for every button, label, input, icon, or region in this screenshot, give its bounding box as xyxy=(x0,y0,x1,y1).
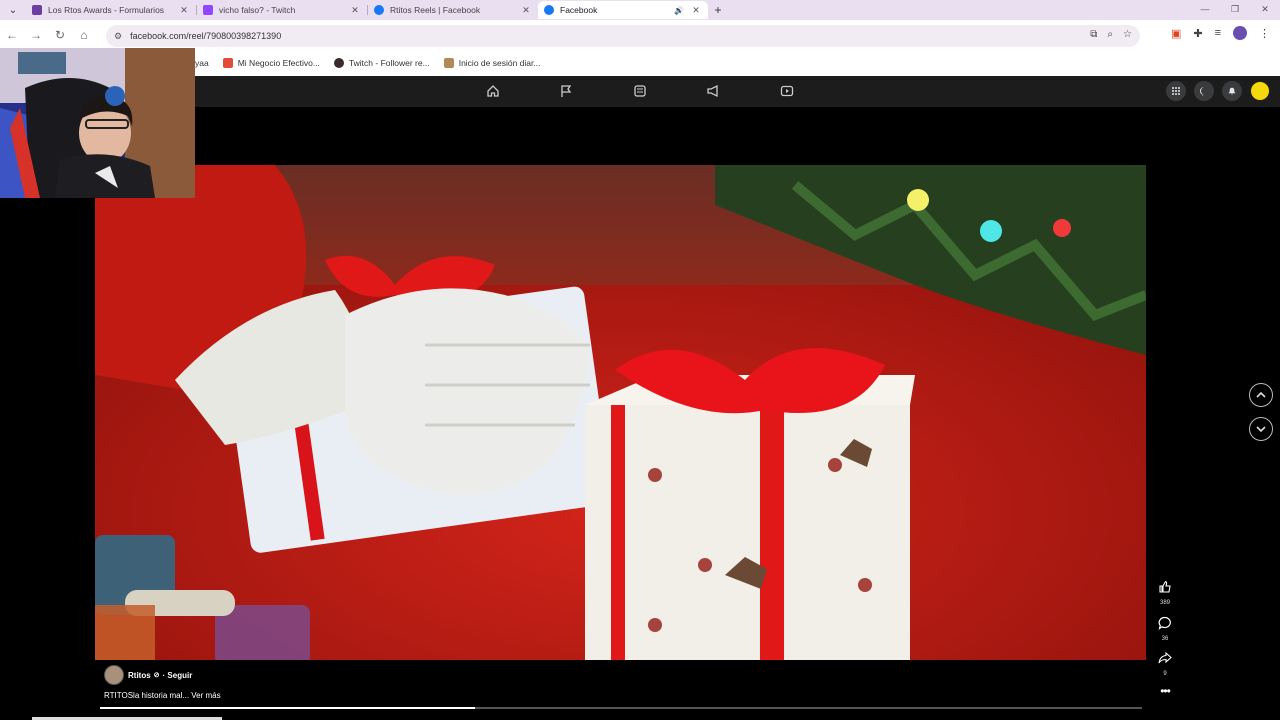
tab-forms[interactable]: Los Rtos Awards - Formularios ✕ xyxy=(26,1,196,19)
tab-title: Los Rtos Awards - Formularios xyxy=(48,5,165,15)
bookmark-item[interactable]: Inicio de sesión diar... xyxy=(443,58,541,68)
bookmark-favicon-icon xyxy=(443,58,454,68)
menu-icon[interactable]: ⋮ xyxy=(1259,27,1270,40)
close-icon[interactable]: ✕ xyxy=(520,5,532,16)
install-icon[interactable]: ⧉ xyxy=(1090,29,1097,40)
close-icon[interactable]: ✕ xyxy=(349,5,361,16)
speaker-icon[interactable]: 🔊 xyxy=(674,6,684,15)
facebook-icon xyxy=(374,5,384,15)
account-avatar[interactable] xyxy=(1250,81,1270,101)
extension-icon[interactable]: ▣ xyxy=(1171,27,1181,40)
messenger-icon[interactable] xyxy=(1194,81,1214,101)
bookmark-label: Mi Negocio Efectivo... xyxy=(237,58,320,68)
window-controls: — ❐ ✕ xyxy=(1190,0,1280,20)
minimize-icon[interactable]: — xyxy=(1190,0,1220,20)
like-button[interactable]: 389 xyxy=(1155,580,1175,606)
author-avatar[interactable] xyxy=(104,665,124,685)
megaphone-icon[interactable] xyxy=(704,82,722,100)
forward-icon[interactable]: → xyxy=(24,28,48,42)
bookmark-favicon-icon xyxy=(333,58,344,68)
bookmark-label: Twitch - Follower re... xyxy=(348,58,430,68)
site-info-icon[interactable]: ⚙ xyxy=(114,31,122,42)
pages-flag-icon[interactable] xyxy=(557,82,575,100)
reel-author[interactable]: Rtitos ⊘ · Seguir xyxy=(104,665,192,685)
follow-link[interactable]: · Seguir xyxy=(163,671,193,680)
puzzle-icon[interactable]: ✚ xyxy=(1193,27,1202,40)
new-tab-button[interactable]: + xyxy=(708,3,728,17)
video-progress-fill xyxy=(100,707,476,709)
facebook-account-actions xyxy=(1166,81,1270,101)
address-bar[interactable]: ⚙ facebook.com/reel/790800398271390 ⧉ ⌕ … xyxy=(106,25,1140,47)
verified-icon: ⊘ xyxy=(153,672,160,679)
comment-bubble-icon xyxy=(1158,616,1171,630)
tab-title: vicho falso? - Twitch xyxy=(219,5,296,15)
reload-icon[interactable]: ↻ xyxy=(48,28,72,42)
omnibox-actions: ⧉ ⌕ ☆ xyxy=(1090,29,1132,40)
toolbar-extensions: ▣ ✚ ≡ ⋮ xyxy=(1171,26,1270,40)
reel-video[interactable] xyxy=(95,165,1146,660)
url-text: facebook.com/reel/790800398271390 xyxy=(130,31,282,41)
share-arrow-icon xyxy=(1158,651,1172,664)
webcam-overlay xyxy=(0,48,195,198)
zoom-icon[interactable]: ⌕ xyxy=(1107,29,1113,40)
home-icon[interactable]: ⌂ xyxy=(72,28,96,42)
comment-count: 36 xyxy=(1161,636,1169,642)
close-window-icon[interactable]: ✕ xyxy=(1250,0,1280,20)
tab-search-button[interactable]: ⌄ xyxy=(0,0,26,20)
menu-grid-icon[interactable] xyxy=(1166,81,1186,101)
marketplace-icon[interactable] xyxy=(631,82,649,100)
media-control-icon[interactable]: ≡ xyxy=(1215,27,1221,39)
video-progress-bar[interactable] xyxy=(100,707,1142,709)
home-icon[interactable] xyxy=(484,82,502,100)
close-icon[interactable]: ✕ xyxy=(690,5,702,16)
video-frame-scene xyxy=(95,165,1146,660)
more-options-icon[interactable]: ••• xyxy=(1155,684,1175,698)
bookmark-item[interactable]: Twitch - Follower re... xyxy=(333,58,430,68)
comment-button[interactable]: 36 xyxy=(1155,616,1175,642)
share-button[interactable]: 9 xyxy=(1155,651,1175,677)
bookmark-favicon-icon xyxy=(222,58,233,68)
twitch-icon xyxy=(203,5,213,15)
notifications-bell-icon[interactable] xyxy=(1222,81,1242,101)
reel-caption[interactable]: RTITOSla historia mal... Ver más xyxy=(104,691,221,700)
restore-icon[interactable]: ❐ xyxy=(1220,0,1250,20)
close-icon[interactable]: ✕ xyxy=(178,5,190,16)
tab-rtitos-reels[interactable]: Rtitos Reels | Facebook ✕ xyxy=(368,1,538,19)
back-icon[interactable]: ← xyxy=(0,28,24,42)
forms-icon xyxy=(32,5,42,15)
facebook-icon xyxy=(544,5,554,15)
bookmark-star-icon[interactable]: ☆ xyxy=(1123,29,1132,40)
thumbs-up-icon xyxy=(1159,580,1171,593)
browser-tab-strip: ⌄ Los Rtos Awards - Formularios ✕ vicho … xyxy=(0,0,1280,20)
tab-twitch[interactable]: vicho falso? - Twitch ✕ xyxy=(197,1,367,19)
webcam-image xyxy=(0,48,195,198)
author-name[interactable]: Rtitos xyxy=(128,671,151,680)
bookmark-item[interactable]: Mi Negocio Efectivo... xyxy=(222,58,320,68)
profile-avatar[interactable] xyxy=(1233,26,1247,40)
bookmark-label: Inicio de sesión diar... xyxy=(458,58,541,68)
like-count: 389 xyxy=(1159,600,1170,606)
share-count: 9 xyxy=(1163,671,1167,677)
next-reel-button[interactable] xyxy=(1249,417,1273,441)
bookmark-label: yaa xyxy=(195,58,209,68)
tab-facebook[interactable]: Facebook 🔊 ✕ xyxy=(538,1,708,19)
previous-reel-button[interactable] xyxy=(1249,383,1273,407)
tab-title: Rtitos Reels | Facebook xyxy=(390,5,481,15)
video-icon[interactable] xyxy=(778,82,796,100)
tab-title: Facebook xyxy=(560,5,598,15)
browser-toolbar: ← → ↻ ⌂ ⚙ facebook.com/reel/790800398271… xyxy=(0,20,1280,50)
bookmark-item[interactable]: yaa xyxy=(195,58,209,68)
